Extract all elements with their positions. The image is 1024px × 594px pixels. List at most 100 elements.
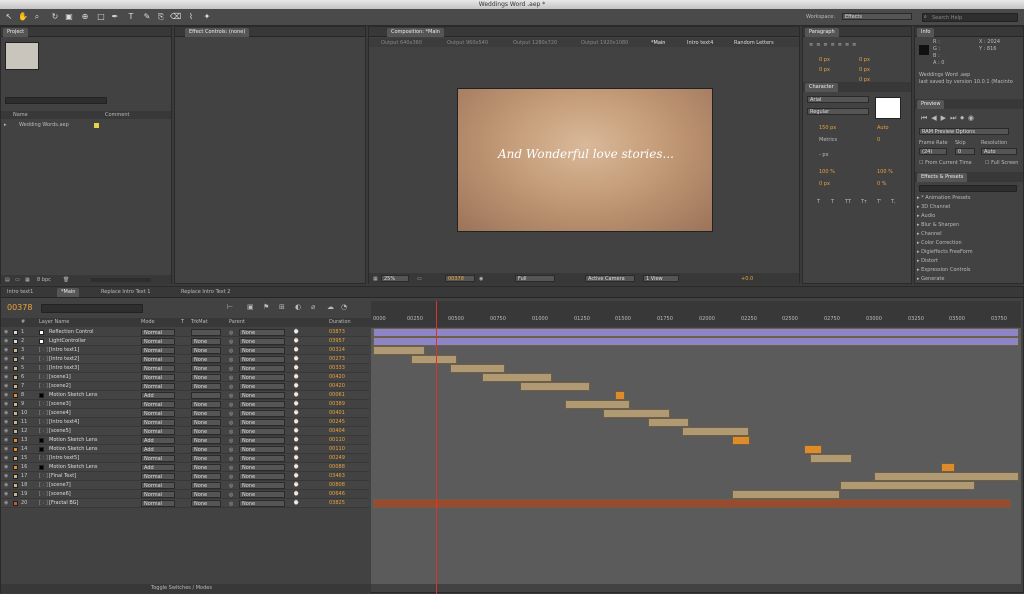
eye-icon[interactable]: ◉ [4, 382, 8, 391]
timeline-tab[interactable]: Replace Intro Text 1 [97, 288, 154, 297]
layer-row[interactable]: ◉ 11[ : ] [Intro text4] Normal None ◎ None ⌚ 002… [1, 418, 369, 427]
baseline-shift[interactable]: 0 px [819, 181, 830, 187]
faux-bold-button[interactable]: T [817, 199, 820, 205]
effects-item[interactable]: ▸ Audio [917, 212, 1021, 221]
mode-select[interactable]: Normal [141, 455, 175, 462]
mode-select[interactable]: Add [141, 437, 175, 444]
font-size[interactable]: 150 px [819, 125, 836, 131]
stopwatch-icon[interactable]: ⌚ [293, 391, 299, 400]
output-tab[interactable]: Intro text4 [687, 40, 713, 46]
parent-select[interactable]: None [239, 419, 285, 426]
label-swatch[interactable] [13, 501, 18, 506]
brush-tool-icon[interactable]: ✎ [142, 12, 152, 22]
new-comp-icon[interactable]: ▦ [25, 277, 30, 283]
parent-select[interactable]: None [239, 347, 285, 354]
effects-item[interactable]: ▸ 3D Channel [917, 203, 1021, 212]
layer-name[interactable]: [scene2] [49, 382, 71, 391]
layer-row[interactable]: ◉ 6[ : ] [scene1] Normal None ◎ None ⌚ 00420 [1, 373, 369, 382]
layer-row[interactable]: ◉ 4[ : ] [Intro text2] Normal None ◎ None ⌚ 0027… [1, 355, 369, 364]
label-swatch[interactable] [13, 375, 18, 380]
eye-icon[interactable]: ◉ [4, 364, 8, 373]
parent-select[interactable]: None [239, 374, 285, 381]
trkmat-select[interactable]: None [191, 482, 221, 489]
mode-select[interactable]: Normal [141, 329, 175, 336]
stopwatch-icon[interactable]: ⌚ [293, 400, 299, 409]
fill-color-swatch[interactable] [875, 97, 901, 119]
space-before[interactable]: 0 px [859, 67, 870, 73]
tab-paragraph[interactable]: Paragraph [805, 28, 839, 37]
mode-select[interactable]: Normal [141, 491, 175, 498]
layer-row[interactable]: ◉ 10[ : ] [scene4] Normal None ◎ None ⌚ 00401 [1, 409, 369, 418]
layer-duration[interactable]: 00420 [329, 373, 345, 382]
stopwatch-icon[interactable]: ⌚ [293, 418, 299, 427]
eye-icon[interactable]: ◉ [4, 346, 8, 355]
layer-bar[interactable] [840, 481, 975, 490]
trkmat-select[interactable]: None [191, 464, 221, 471]
layer-name[interactable]: [scene7] [49, 481, 71, 490]
eye-icon[interactable]: ◉ [4, 481, 8, 490]
mode-select[interactable]: Add [141, 464, 175, 471]
stopwatch-icon[interactable]: ⌚ [293, 499, 299, 508]
playback-controls[interactable]: ⏮◀▶⏭⏺◉ [921, 114, 978, 123]
effects-item[interactable]: ▸ Distort [917, 257, 1021, 266]
layer-name[interactable]: Motion Sketch Lens [49, 436, 98, 445]
selection-tool-icon[interactable]: ↖ [4, 12, 14, 22]
trkmat-select[interactable]: None [191, 437, 221, 444]
mode-select[interactable]: Normal [141, 473, 175, 480]
trkmat-select[interactable]: None [191, 383, 221, 390]
layer-bar[interactable] [450, 364, 505, 373]
layer-duration[interactable]: 00389 [329, 400, 345, 409]
tab-effects-presets[interactable]: Effects & Presets [917, 173, 968, 182]
layer-bar[interactable] [373, 328, 1019, 337]
parent-select[interactable]: None [239, 482, 285, 489]
stopwatch-icon[interactable]: ⌚ [293, 490, 299, 499]
eye-icon[interactable]: ◉ [4, 328, 8, 337]
stopwatch-icon[interactable]: ⌚ [293, 445, 299, 454]
parent-select[interactable]: None [239, 446, 285, 453]
project-scrollbar[interactable] [91, 278, 151, 282]
trkmat-select[interactable]: None [191, 338, 221, 345]
stopwatch-icon[interactable]: ⌚ [293, 409, 299, 418]
label-swatch[interactable] [13, 465, 18, 470]
tab-preview[interactable]: Preview [917, 100, 945, 109]
eye-icon[interactable]: ◉ [4, 463, 8, 472]
stopwatch-icon[interactable]: ⌚ [293, 481, 299, 490]
trkmat-select[interactable]: None [191, 455, 221, 462]
mode-select[interactable]: Normal [141, 401, 175, 408]
stopwatch-icon[interactable]: ⌚ [293, 463, 299, 472]
rotate-tool-icon[interactable]: ↻ [50, 12, 60, 22]
all-caps-button[interactable]: TT [845, 199, 851, 205]
parent-select[interactable]: None [239, 455, 285, 462]
mode-select[interactable]: Normal [141, 419, 175, 426]
label-swatch[interactable] [13, 366, 18, 371]
effects-item[interactable]: ▸ Channel [917, 230, 1021, 239]
trkmat-select[interactable]: None [191, 500, 221, 507]
layer-name[interactable]: [scene3] [49, 400, 71, 409]
time-ruler[interactable]: 0000 00250 00500 00750 01000 01250 01500 01750 0… [371, 301, 1021, 327]
stopwatch-icon[interactable]: ⌚ [293, 427, 299, 436]
tab-composition[interactable]: Composition: *Main [387, 28, 444, 37]
horizontal-scale[interactable]: 100 % [877, 169, 893, 175]
snapshot-icon[interactable]: ◉ [479, 276, 483, 282]
timeline-tab-main[interactable]: *Main [57, 288, 80, 297]
label-swatch[interactable] [13, 411, 18, 416]
eye-icon[interactable]: ◉ [4, 445, 8, 454]
trkmat-select[interactable]: None [191, 401, 221, 408]
mode-select[interactable]: Normal [141, 500, 175, 507]
trash-icon[interactable]: 🗑 [63, 277, 69, 283]
timeline-switch-icons[interactable]: ⊢ ▣ ⚑ ⊞ ◐ ⌀ ☁ ◔ [227, 303, 367, 313]
mask-tool-icon[interactable]: □ [96, 12, 106, 22]
parent-select[interactable]: None [239, 500, 285, 507]
camera-tool-icon[interactable]: ▣ [64, 12, 74, 22]
timeline-tracks[interactable] [371, 328, 1021, 584]
stopwatch-icon[interactable]: ⌚ [293, 373, 299, 382]
eye-icon[interactable]: ◉ [4, 427, 8, 436]
trkmat-select[interactable]: None [191, 356, 221, 363]
layer-row[interactable]: ◉ 8 Motion Sketch Lens Add ◎ None ⌚ 00061 [1, 391, 369, 400]
layer-bar[interactable] [603, 409, 670, 418]
eye-icon[interactable]: ◉ [4, 436, 8, 445]
label-swatch[interactable] [13, 438, 18, 443]
roto-tool-icon[interactable]: ⌇ [186, 12, 196, 22]
layer-name[interactable]: [Intro text4] [49, 418, 79, 427]
label-swatch[interactable] [13, 339, 18, 344]
